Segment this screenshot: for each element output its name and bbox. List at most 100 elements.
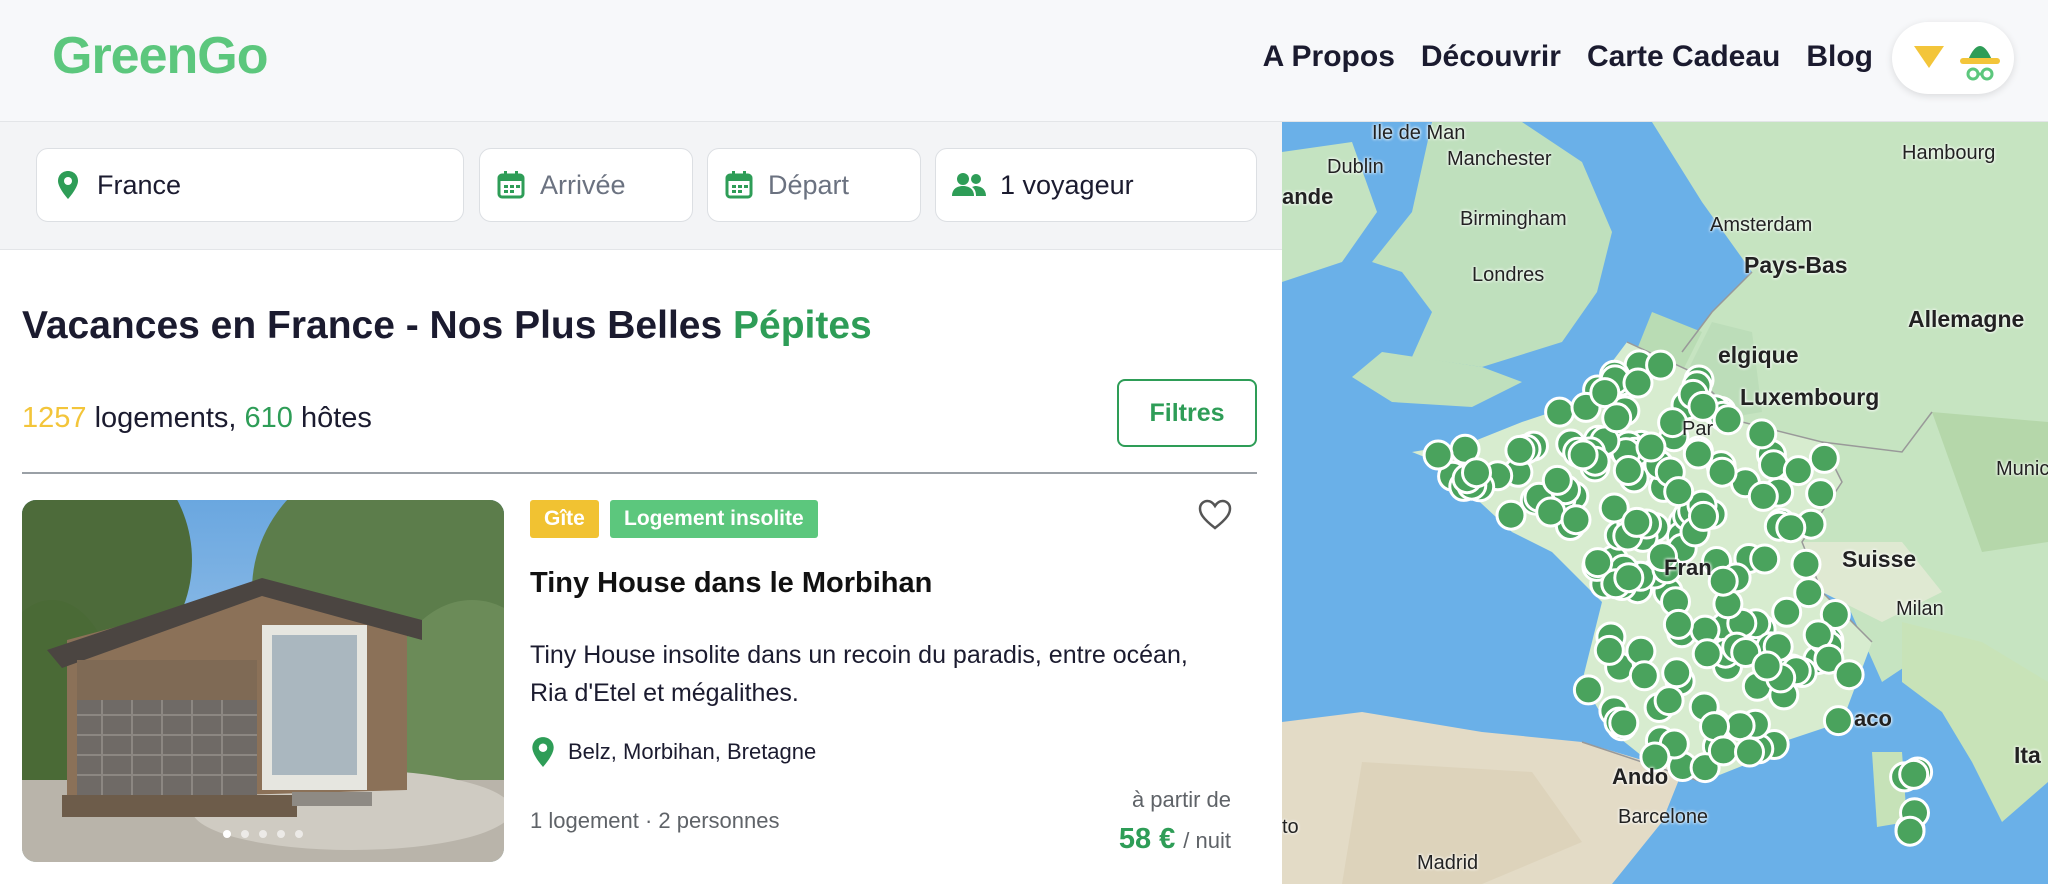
listing-location: Belz, Morbihan, Bretagne [530,736,816,768]
filters-button[interactable]: Filtres [1117,379,1257,447]
map-marker[interactable] [1898,758,1930,790]
results-count: 1257 logements, 610 hôtes [22,402,372,435]
map-marker[interactable] [1734,736,1765,768]
map-marker[interactable] [1706,456,1738,488]
departure-placeholder: Départ [768,169,850,200]
map-marker[interactable] [1635,431,1667,463]
map-marker[interactable] [1747,480,1779,512]
map-marker[interactable] [1682,438,1714,470]
carousel-dot[interactable] [223,830,231,838]
map-marker[interactable] [1790,548,1822,580]
map-marker[interactable] [1535,496,1567,528]
lodgings-count: 1257 [22,402,87,434]
map-marker[interactable] [1822,705,1854,737]
map-marker[interactable] [1544,396,1576,428]
user-menu-button[interactable] [1892,22,2014,94]
nav-link-blog[interactable]: Blog [1806,40,1873,74]
map-marker[interactable] [1707,735,1739,767]
map-marker[interactable] [1504,434,1536,466]
carousel-dot[interactable] [277,830,285,838]
map-label: to [1282,816,1299,838]
calendar-icon [725,171,753,199]
map-marker[interactable] [1589,377,1621,409]
map-marker[interactable] [1894,815,1926,847]
destination-field[interactable]: France [36,148,464,222]
badge-gite: Gîte [530,500,599,538]
map-label: elgique [1718,342,1799,368]
logo-go-text: Go [197,27,290,85]
map-marker[interactable] [1621,506,1653,538]
map-marker[interactable] [1541,464,1573,496]
map-marker[interactable] [1622,367,1654,399]
results-map[interactable]: Ile de Man Dublin ande Manchester Birmin… [1282,122,2048,884]
map-marker[interactable] [1805,478,1837,510]
map-marker[interactable] [1608,707,1640,739]
map-marker[interactable] [1707,565,1739,597]
map-marker[interactable] [1724,710,1756,742]
search-bar: France Arrivée Départ 1 voyageur [0,122,1282,250]
listing-title[interactable]: Tiny House dans le Morbihan [530,567,932,600]
map-marker[interactable] [1461,457,1492,489]
map-marker[interactable] [1422,439,1454,471]
destination-value: France [97,169,182,200]
map-marker[interactable] [1663,476,1695,508]
map-label: Hambourg [1902,142,1996,164]
map-marker[interactable] [1746,418,1778,450]
map-marker[interactable] [1833,659,1865,691]
map-marker[interactable] [1691,638,1723,670]
map-marker[interactable] [1712,404,1744,436]
map-marker[interactable] [1567,439,1599,471]
logo-green-text: Green [52,27,198,85]
map-marker[interactable] [1775,512,1807,544]
carousel-dot[interactable] [241,830,249,838]
map-marker[interactable] [1601,402,1633,434]
map-marker[interactable] [1628,660,1660,692]
map-label: Allemagne [1908,306,2025,332]
main-nav: A Propos Découvrir Carte Cadeau Blog [1263,40,1873,74]
map-marker[interactable] [1572,674,1604,706]
heart-icon[interactable] [1198,498,1232,532]
carousel-dot[interactable] [259,830,267,838]
map-marker[interactable] [1662,608,1694,640]
user-avatar-icon [1960,46,2000,81]
map-label: Madrid [1417,852,1479,874]
users-icon [952,173,986,196]
location-pin-icon [58,171,78,199]
map-marker[interactable] [1560,504,1592,536]
carousel-dot[interactable] [295,830,303,838]
map-marker[interactable] [1661,657,1693,689]
map-marker[interactable] [1613,562,1645,594]
map-marker[interactable] [1749,543,1781,575]
map-label: Londres [1472,264,1545,286]
map-marker[interactable] [1688,500,1719,532]
listing-photo[interactable] [22,500,504,862]
map-marker[interactable] [1793,577,1825,609]
map-label: aco [1854,706,1892,731]
nav-link-a-propos[interactable]: A Propos [1263,40,1395,74]
map-marker[interactable] [1612,455,1644,486]
tiny-house-photo [22,500,504,862]
carousel-dots[interactable] [22,830,504,838]
map-marker[interactable] [1751,650,1783,682]
listing-capacity: 1 logement · 2 personnes [530,808,780,833]
map-marker[interactable] [1687,390,1719,422]
listing-location-text: Belz, Morbihan, Bretagne [568,739,817,764]
map-label: Ita [2014,742,2041,768]
greengo-logo[interactable]: GreenGo [52,26,290,86]
departure-date-field[interactable]: Départ [707,148,921,222]
page-title: Vacances en France - Nos Plus Belles Pép… [22,304,872,348]
nav-link-decouvrir[interactable]: Découvrir [1421,40,1561,74]
arrival-date-field[interactable]: Arrivée [479,148,693,222]
nav-link-carte-cadeau[interactable]: Carte Cadeau [1587,40,1780,74]
map-marker[interactable] [1582,547,1614,579]
travelers-field[interactable]: 1 voyageur [935,148,1257,222]
map-marker[interactable] [1758,449,1789,481]
map-label: Ando [1612,764,1669,789]
map-marker[interactable] [1653,685,1685,717]
map-marker[interactable] [1782,455,1814,487]
map-marker[interactable] [1771,596,1803,628]
map-marker[interactable] [1808,442,1840,474]
travelers-value: 1 voyageur [1000,169,1134,200]
map-marker[interactable] [1593,634,1625,666]
map-label: Barcelone [1618,806,1709,828]
